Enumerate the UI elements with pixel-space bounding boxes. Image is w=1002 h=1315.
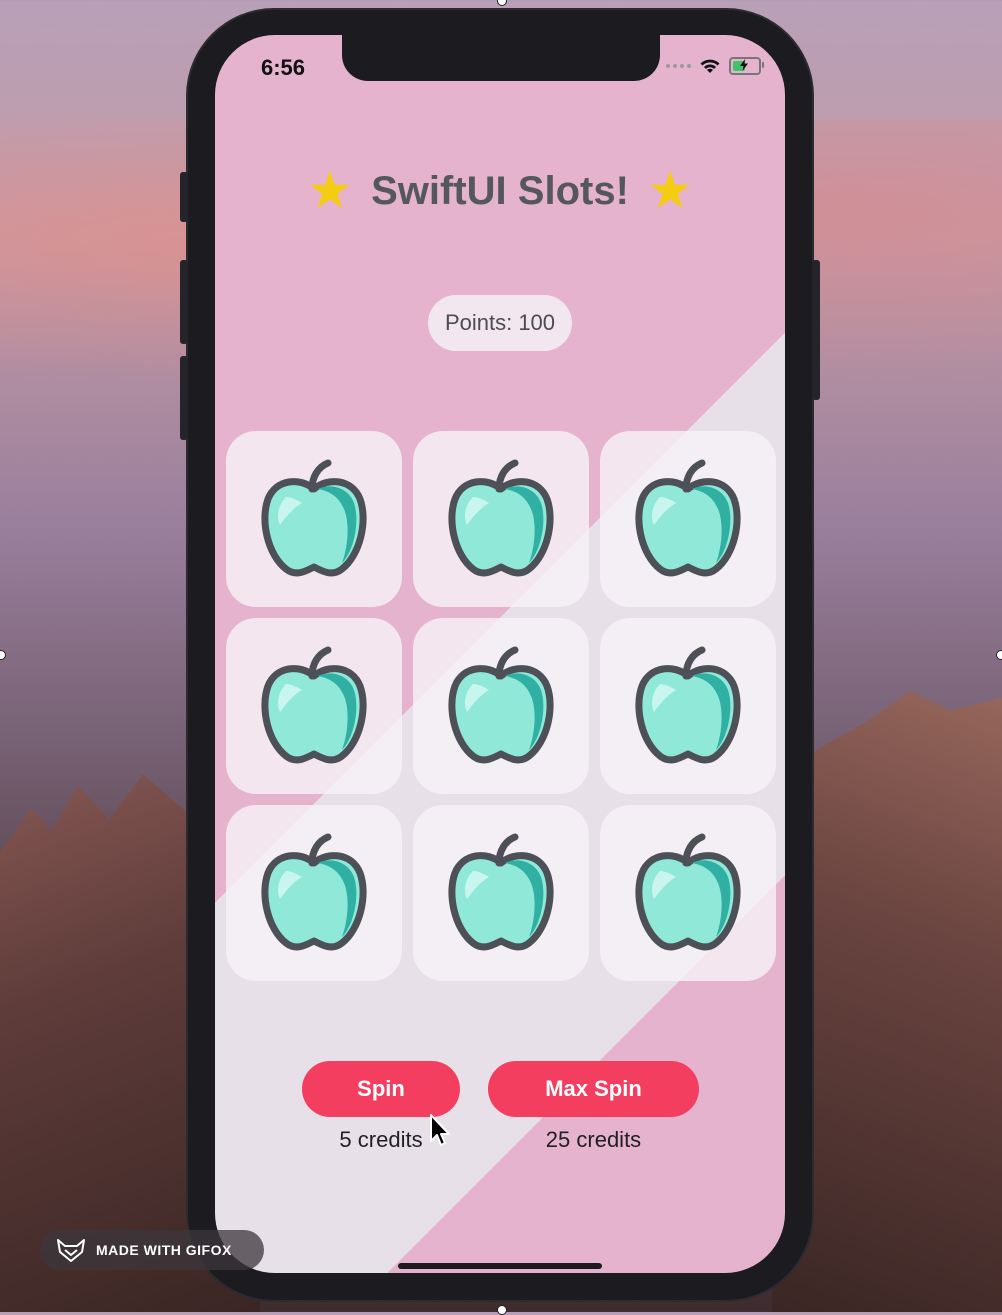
gifox-watermark: MADE WITH GIFOX <box>40 1230 264 1270</box>
title-row: ★ SwiftUI Slots! ★ <box>215 165 785 217</box>
slot-cell <box>600 618 776 794</box>
points-badge: Points: 100 <box>428 295 572 351</box>
apple-icon <box>635 646 741 764</box>
selection-handle-bottom[interactable] <box>497 1305 507 1315</box>
mute-switch <box>180 172 188 222</box>
fox-logo-icon <box>57 1239 85 1262</box>
notch <box>342 35 660 81</box>
gifox-watermark-text: MADE WITH GIFOX <box>96 1242 232 1258</box>
max-spin-cost-label: 25 credits <box>545 1127 642 1152</box>
wifi-icon <box>700 59 720 73</box>
apple-icon <box>261 459 367 577</box>
slot-cell <box>600 805 776 981</box>
spin-button[interactable]: Spin <box>302 1061 460 1117</box>
slot-cell <box>600 431 776 607</box>
app-screen: 6:56 ★ SwiftUI Slots! ★ Points: 100 Spin… <box>215 35 785 1273</box>
selection-handle-left[interactable] <box>0 650 6 660</box>
apple-icon <box>448 646 554 764</box>
slot-cell <box>226 805 402 981</box>
battery-charging-icon <box>729 57 764 75</box>
slot-grid <box>226 431 776 981</box>
volume-up-button <box>180 260 188 344</box>
slot-cell <box>413 805 589 981</box>
star-icon: ★ <box>306 162 354 220</box>
power-button <box>812 260 820 400</box>
home-indicator[interactable] <box>398 1263 602 1269</box>
max-spin-button[interactable]: Max Spin <box>488 1061 699 1117</box>
selection-handle-right[interactable] <box>996 650 1002 660</box>
apple-icon <box>448 833 554 951</box>
selection-handle-top[interactable] <box>497 0 507 6</box>
apple-icon <box>448 459 554 577</box>
slot-cell <box>413 431 589 607</box>
slot-cell <box>413 618 589 794</box>
apple-icon <box>261 833 367 951</box>
slot-cell <box>226 618 402 794</box>
apple-icon <box>635 833 741 951</box>
cellular-signal-icon <box>666 64 691 68</box>
status-icons <box>666 57 764 75</box>
app-title: SwiftUI Slots! <box>371 168 629 213</box>
star-icon: ★ <box>646 162 694 220</box>
volume-down-button <box>180 356 188 440</box>
status-time: 6:56 <box>261 55 306 80</box>
slot-cell <box>226 431 402 607</box>
apple-icon <box>261 646 367 764</box>
mouse-pointer-icon <box>430 1114 450 1146</box>
apple-icon <box>635 459 741 577</box>
iphone-simulator-frame: 6:56 ★ SwiftUI Slots! ★ Points: 100 Spin… <box>180 10 820 1300</box>
